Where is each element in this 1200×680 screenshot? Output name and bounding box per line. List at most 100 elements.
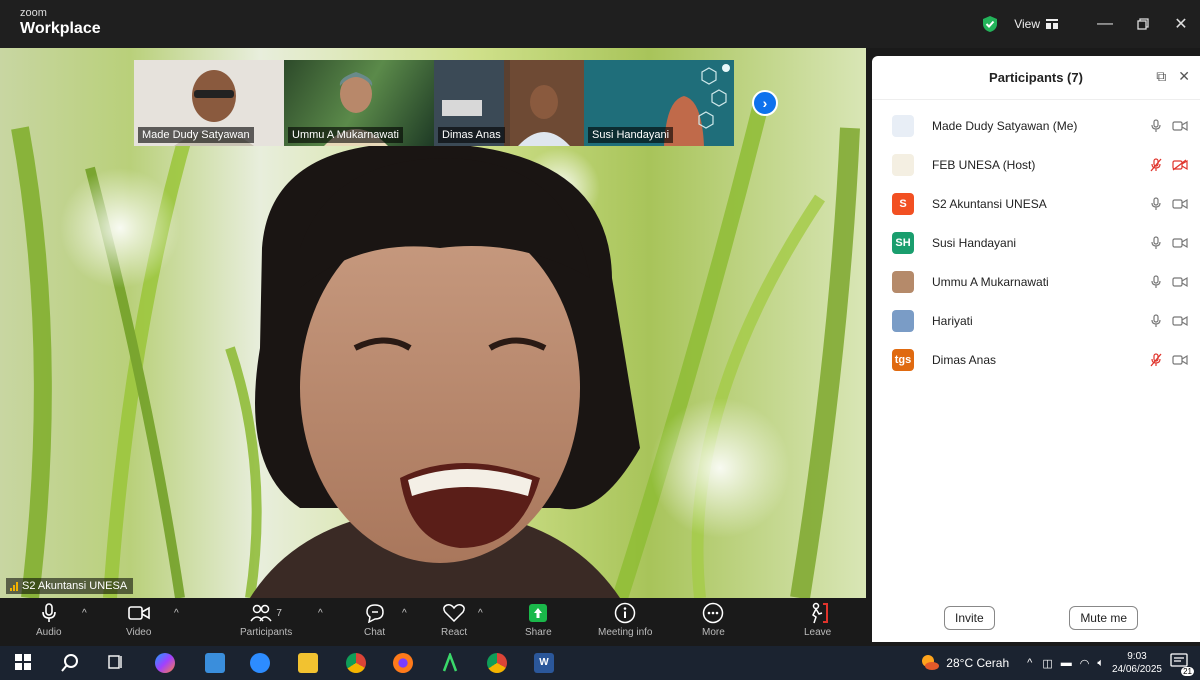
video-camera-icon[interactable] xyxy=(1172,315,1188,327)
restore-icon[interactable] xyxy=(1124,0,1162,48)
react-options-caret[interactable]: ^ xyxy=(478,608,483,619)
more-button[interactable]: More xyxy=(702,602,725,638)
meeting-info-button[interactable]: Meeting info xyxy=(598,602,652,638)
video-thumbnail[interactable]: Made Dudy Satyawan xyxy=(134,60,284,146)
chat-button[interactable]: Chat xyxy=(364,602,385,638)
windows-start-icon[interactable] xyxy=(14,653,34,673)
avatar xyxy=(892,270,914,293)
avatar: SH xyxy=(892,231,914,254)
more-icon xyxy=(703,602,724,624)
participant-row[interactable]: Hariyati xyxy=(872,301,1200,340)
battery-icon[interactable]: ▬ xyxy=(1061,657,1072,669)
panel-title: Participants (7) xyxy=(989,70,1083,85)
video-camera-icon[interactable] xyxy=(1172,237,1188,249)
microphone-icon[interactable] xyxy=(1150,118,1162,133)
video-thumbnail[interactable]: Dimas Anas xyxy=(434,60,584,146)
participants-options-caret[interactable]: ^ xyxy=(318,608,323,619)
video-camera-icon[interactable] xyxy=(1172,354,1188,366)
leave-label: Leave xyxy=(804,627,832,638)
grid-icon xyxy=(1046,19,1058,29)
mute-me-button[interactable]: Mute me xyxy=(1069,606,1138,630)
meet-now-icon[interactable]: ◫ xyxy=(1042,657,1052,670)
zoom-logo: zoom Workplace xyxy=(20,8,101,37)
participants-panel: Participants (7) ⧉ ✕ Made Dudy Satyawan … xyxy=(872,56,1200,642)
chevron-up-icon[interactable]: ^ xyxy=(1027,657,1032,669)
avatar xyxy=(892,114,914,137)
volume-icon[interactable]: 🔈︎ xyxy=(1097,657,1104,670)
close-panel-icon[interactable]: ✕ xyxy=(1178,68,1190,85)
zoom-window: zoom Workplace View — ✕ S2 Akuntansi UNE… xyxy=(0,0,1200,680)
video-off-icon[interactable] xyxy=(1172,158,1188,171)
mic-muted-icon[interactable] xyxy=(1150,157,1162,172)
word-icon[interactable]: W xyxy=(534,653,554,673)
notification-badge: 21 xyxy=(1181,667,1194,676)
video-button[interactable]: Video xyxy=(126,602,151,638)
signal-strength-icon xyxy=(10,581,18,591)
participant-name: Made Dudy Satyawan (Me) xyxy=(932,118,1078,133)
info-icon xyxy=(614,602,636,624)
photos-app-icon[interactable] xyxy=(205,653,225,673)
clock-time: 9:03 xyxy=(1127,651,1147,662)
clock[interactable]: 9:03 24/06/2025 xyxy=(1112,650,1162,676)
video-thumbnail-strip: Made Dudy Satyawan Ummu A Mukarnawati Di… xyxy=(134,60,734,146)
participant-row[interactable]: Ummu A Mukarnawati xyxy=(872,262,1200,301)
invite-button[interactable]: Invite xyxy=(944,606,995,630)
weather-text[interactable]: 28°C Cerah xyxy=(946,656,1009,670)
view-button[interactable]: View xyxy=(1014,17,1058,31)
video-options-caret[interactable]: ^ xyxy=(174,608,179,619)
pop-out-icon[interactable]: ⧉ xyxy=(1156,68,1166,85)
microphone-icon[interactable] xyxy=(1150,313,1162,328)
chrome-profile-icon[interactable] xyxy=(487,653,507,673)
share-button[interactable]: Share xyxy=(525,602,552,638)
weather-icon xyxy=(922,655,940,670)
participant-row[interactable]: S S2 Akuntansi UNESA xyxy=(872,184,1200,223)
close-icon[interactable]: ✕ xyxy=(1162,0,1200,48)
wifi-icon[interactable]: ◠ xyxy=(1080,657,1090,670)
chrome-icon[interactable] xyxy=(346,653,366,673)
speaker-name: S2 Akuntansi UNESA xyxy=(22,580,128,592)
video-camera-icon[interactable] xyxy=(1172,276,1188,288)
video-thumbnail[interactable]: Ummu A Mukarnawati xyxy=(284,60,434,146)
thumbnail-name: Ummu A Mukarnawati xyxy=(288,127,403,143)
participant-name: Susi Handayani xyxy=(932,235,1017,250)
leave-button[interactable]: Leave xyxy=(804,602,831,638)
next-page-button[interactable]: › xyxy=(752,90,778,116)
search-icon[interactable] xyxy=(60,653,80,673)
audio-options-caret[interactable]: ^ xyxy=(82,608,87,619)
microphone-icon[interactable] xyxy=(1150,274,1162,289)
security-shield-icon[interactable] xyxy=(982,15,998,33)
file-explorer-icon[interactable] xyxy=(298,653,318,673)
react-button[interactable]: React xyxy=(441,602,467,638)
copilot-icon[interactable] xyxy=(155,653,175,673)
audio-button[interactable]: Audio xyxy=(36,602,62,638)
notification-center-icon[interactable]: 21 xyxy=(1170,652,1194,676)
meeting-toolbar: Audio ^ Video ^ 7 Participants ^ Chat ^ … xyxy=(0,598,872,646)
brand-name: Workplace xyxy=(20,20,101,37)
microphone-icon[interactable] xyxy=(1150,235,1162,250)
speaker-name-label: S2 Akuntansi UNESA xyxy=(6,578,134,594)
share-screen-icon xyxy=(529,604,548,622)
participant-name: Hariyati xyxy=(932,313,973,328)
participants-button[interactable]: 7 Participants xyxy=(240,602,292,638)
task-view-icon[interactable] xyxy=(107,653,127,673)
mic-muted-icon[interactable] xyxy=(1150,352,1162,367)
participant-row[interactable]: tgs Dimas Anas xyxy=(872,340,1200,379)
clock-date: 24/06/2025 xyxy=(1111,664,1162,675)
participants-label: Participants xyxy=(240,627,293,638)
chevron-right-icon: › xyxy=(762,95,768,111)
participant-name: S2 Akuntansi UNESA xyxy=(932,196,1047,211)
video-thumbnail[interactable]: Susi Handayani xyxy=(584,60,734,146)
firefox-icon[interactable] xyxy=(393,653,413,673)
participant-row[interactable]: SH Susi Handayani xyxy=(872,223,1200,262)
video-camera-icon[interactable] xyxy=(1172,198,1188,210)
participant-row[interactable]: FEB UNESA (Host) xyxy=(872,145,1200,184)
minimize-icon[interactable]: — xyxy=(1086,0,1124,48)
participant-row[interactable]: Made Dudy Satyawan (Me) xyxy=(872,106,1200,145)
chat-options-caret[interactable]: ^ xyxy=(402,608,407,619)
video-camera-icon[interactable] xyxy=(1172,120,1188,132)
microphone-icon[interactable] xyxy=(1150,196,1162,211)
app-icon[interactable] xyxy=(440,651,460,673)
share-label: Share xyxy=(525,627,552,638)
participant-name: Dimas Anas xyxy=(932,352,997,367)
zoom-app-icon[interactable] xyxy=(250,653,270,673)
